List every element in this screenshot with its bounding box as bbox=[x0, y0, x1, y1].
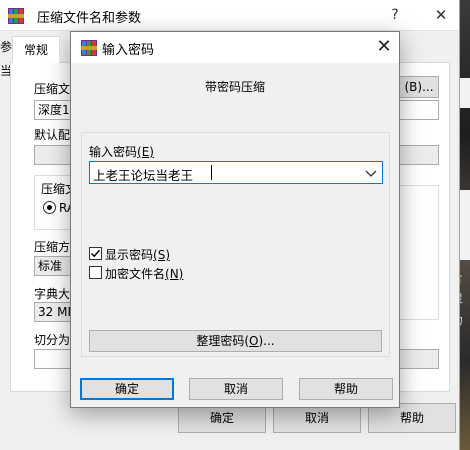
method-combo[interactable]: 标准 bbox=[34, 256, 74, 276]
dict-combo[interactable]: 32 MB bbox=[34, 302, 74, 322]
organize-button-suffix: )... bbox=[258, 334, 275, 348]
parent-close-button[interactable]: ✕ bbox=[418, 0, 464, 31]
dialog-titlebar: 输入密码 ✕ bbox=[71, 32, 399, 63]
help-title-button[interactable]: ? bbox=[372, 0, 418, 31]
profile-label: 默认配 bbox=[34, 128, 71, 142]
left-edge-fragment: 当 bbox=[0, 64, 10, 78]
organize-button-accel: O bbox=[249, 334, 259, 348]
organize-passwords-button[interactable]: 整理密码(O)... bbox=[89, 330, 382, 352]
screen: 片 灵 力 压缩文件名和参数 ? ✕ 参 常规 当 压缩 bbox=[0, 0, 470, 450]
encrypt-names-checkbox[interactable] bbox=[89, 266, 102, 279]
winrar-icon bbox=[8, 8, 24, 27]
tab-left-fragment[interactable]: 参 bbox=[0, 38, 12, 62]
parent-titlebar: 压缩文件名和参数 ? ✕ bbox=[0, 0, 459, 31]
ok-button[interactable]: 确定 bbox=[80, 378, 174, 400]
password-input[interactable]: 上老王论坛当老王 bbox=[89, 161, 383, 184]
radio-rar[interactable] bbox=[43, 201, 56, 214]
dialog-close-button[interactable]: ✕ bbox=[371, 36, 397, 58]
dialog-title: 输入密码 bbox=[102, 43, 155, 58]
encrypt-names-text: 加密文件名 bbox=[105, 267, 166, 281]
encrypt-names-label: 加密文件名(N) bbox=[105, 265, 183, 282]
browse-button[interactable]: (B)... bbox=[399, 76, 439, 98]
tab-general[interactable]: 常规 bbox=[12, 36, 60, 63]
chevron-down-icon[interactable] bbox=[364, 166, 378, 180]
dict-label: 字典大 bbox=[34, 287, 71, 301]
show-password-text: 显示密码 bbox=[105, 248, 154, 262]
help-button[interactable]: 帮助 bbox=[299, 378, 393, 400]
password-label-text: 输入密码 bbox=[89, 145, 138, 159]
password-label: 输入密码(E) bbox=[89, 143, 154, 160]
parent-title: 压缩文件名和参数 bbox=[37, 11, 142, 26]
encrypt-names-accel: (N) bbox=[165, 267, 184, 281]
password-dialog: 输入密码 ✕ 带密码压缩 输入密码(E) 上老王论坛当老王 显示密码(S) 加密… bbox=[70, 31, 400, 408]
split-label: 切分为 bbox=[34, 333, 71, 347]
split-combo[interactable] bbox=[34, 349, 74, 369]
show-password-checkbox[interactable] bbox=[89, 247, 102, 260]
password-value: 上老王论坛当老王 bbox=[93, 168, 194, 183]
text-caret bbox=[211, 165, 212, 180]
dialog-heading: 带密码压缩 bbox=[204, 80, 265, 94]
archive-name-label: 压缩文 bbox=[34, 82, 71, 96]
winrar-icon bbox=[81, 40, 97, 59]
organize-button-text: 整理密码( bbox=[196, 334, 250, 348]
show-password-accel: (S) bbox=[153, 248, 170, 262]
dict-value: 32 MB bbox=[38, 305, 74, 319]
method-label: 压缩方 bbox=[34, 240, 71, 254]
show-password-label: 显示密码(S) bbox=[105, 246, 170, 263]
archive-name-value: 深度1 bbox=[38, 103, 70, 117]
method-value: 标准 bbox=[38, 259, 63, 273]
cancel-button[interactable]: 取消 bbox=[189, 378, 283, 400]
password-label-accel: (E) bbox=[137, 145, 154, 159]
